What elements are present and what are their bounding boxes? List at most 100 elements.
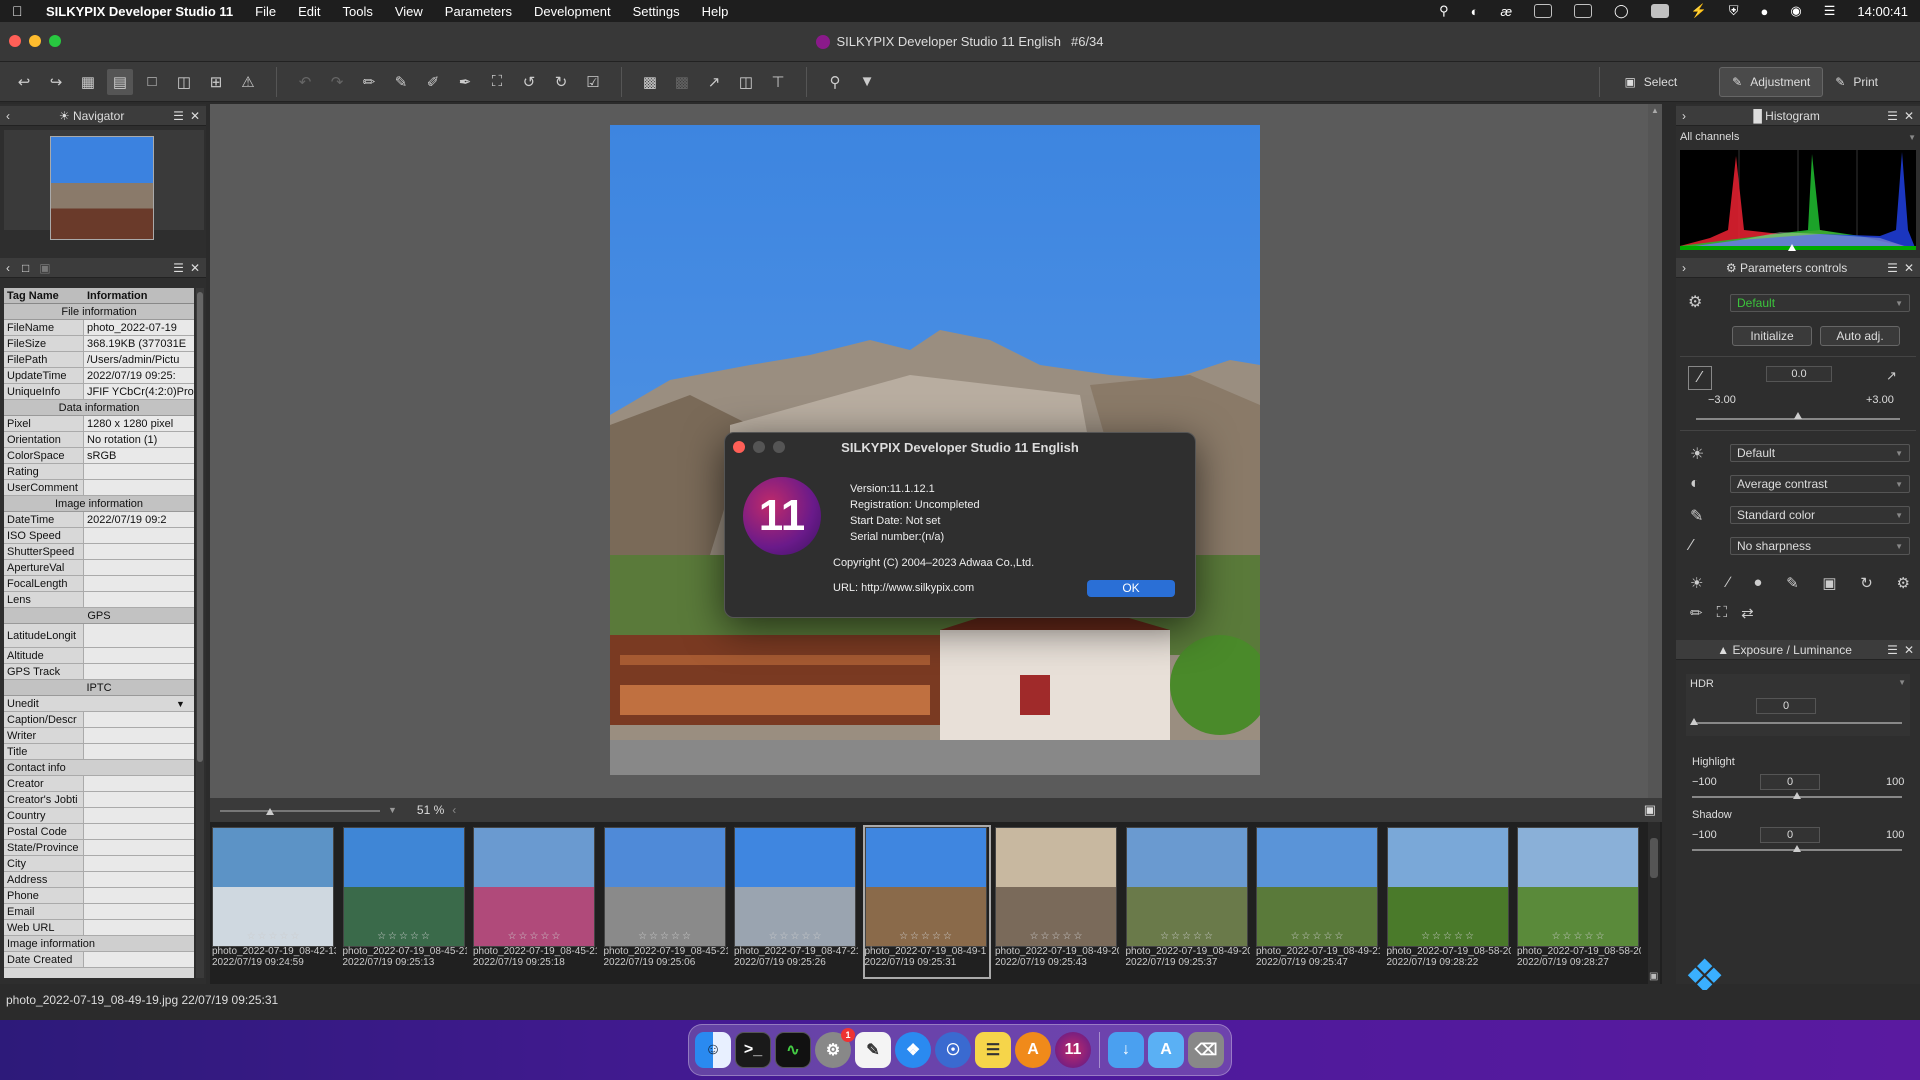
- film-icon[interactable]: ◫: [733, 69, 759, 95]
- filmstrip-thumbnail[interactable]: ☆☆☆☆☆ photo_2022-07-19_08-49-21 2022/07/19…: [1256, 827, 1380, 977]
- contrast-status-icon[interactable]: ◐: [1471, 4, 1479, 19]
- tag-row[interactable]: ColorSpace sRGB: [4, 448, 194, 464]
- sharpness-icon[interactable]: ∕: [1690, 537, 1693, 555]
- tag-row[interactable]: Creator's Jobti: [4, 792, 194, 808]
- menu-development[interactable]: Development: [534, 4, 611, 19]
- filmstrip-thumbnail[interactable]: ☆☆☆☆☆ photo_2022-07-19_08-45-21 2022/07/19…: [342, 827, 467, 977]
- prev-image-icon[interactable]: ↩: [11, 69, 37, 95]
- tag-row[interactable]: ShutterSpeed: [4, 544, 194, 560]
- check-icon[interactable]: ☑: [580, 69, 606, 95]
- tag-row[interactable]: Writer: [4, 728, 194, 744]
- iptc-mode-select[interactable]: Unedit ▼: [4, 696, 194, 712]
- filmstrip-thumbnail[interactable]: ☆☆☆☆☆ photo_2022-07-19_08-42-13 2022/07/19…: [212, 827, 336, 977]
- rating-stars-icon[interactable]: ☆☆☆☆☆: [1126, 931, 1250, 942]
- undo-icon[interactable]: ↶: [292, 69, 318, 95]
- navigator-thumbnail[interactable]: [50, 136, 154, 240]
- rating-stars-icon[interactable]: ☆☆☆☆☆: [734, 931, 858, 942]
- tag-row[interactable]: UniqueInfo JFIF YCbCr(4:2:0)Pro: [4, 384, 194, 400]
- tag-row[interactable]: FocalLength: [4, 576, 194, 592]
- tag-row[interactable]: Email: [4, 904, 194, 920]
- menu-parameters[interactable]: Parameters: [445, 4, 512, 19]
- tag-table-scrollbar[interactable]: [196, 288, 204, 978]
- tone-icon[interactable]: ◐: [1690, 475, 1700, 493]
- rating-stars-icon[interactable]: ☆☆☆☆☆: [995, 931, 1119, 942]
- grid-view-icon[interactable]: ▦: [75, 69, 101, 95]
- gear-icon[interactable]: ⚙: [1688, 292, 1702, 312]
- safari-icon[interactable]: ❖: [895, 1032, 931, 1068]
- filmstrip-thumbnail[interactable]: ☆☆☆☆☆ photo_2022-07-19_08-45-21 2022/07/19…: [603, 827, 728, 977]
- panel-menu-icon[interactable]: ☰: [1887, 643, 1898, 657]
- tag-row[interactable]: UpdateTime 2022/07/19 09:25:: [4, 368, 194, 384]
- eraser-icon[interactable]: ✒: [452, 69, 478, 95]
- hdr-select[interactable]: HDR ▼: [1686, 674, 1910, 694]
- exposure-icon[interactable]: ∕: [1688, 366, 1712, 390]
- menu-clock[interactable]: 14:00:41: [1857, 4, 1908, 19]
- wb-tool-icon[interactable]: ☀: [1690, 574, 1703, 592]
- rating-stars-icon[interactable]: ☆☆☆☆☆: [865, 931, 989, 942]
- cat-icon[interactable]: ●: [1761, 4, 1769, 19]
- tag-row[interactable]: UserComment: [4, 480, 194, 496]
- collapse-info-icon[interactable]: ‹: [6, 261, 10, 275]
- zoom-value[interactable]: 51 %: [417, 803, 444, 817]
- power-icon[interactable]: ⚡: [1691, 3, 1707, 19]
- sharpness-select[interactable]: No sharpness ▼: [1730, 537, 1910, 555]
- tag-row[interactable]: ISO Speed: [4, 528, 194, 544]
- tag-row[interactable]: Title: [4, 744, 194, 760]
- zoom-slider[interactable]: [220, 805, 380, 815]
- activity-monitor-icon[interactable]: ∿: [775, 1032, 811, 1068]
- brush-tool-icon[interactable]: ✎: [1786, 574, 1799, 592]
- filmstrip-view-icon[interactable]: ▤: [107, 68, 133, 95]
- mouse-icon[interactable]: ◯: [1614, 3, 1629, 19]
- curve-tool-icon[interactable]: ∕: [1727, 574, 1730, 592]
- tag-row[interactable]: GPS Track: [4, 664, 194, 680]
- settings-tool-icon[interactable]: ⚙: [1897, 574, 1910, 592]
- pen-tool-icon[interactable]: ✏: [1690, 604, 1703, 622]
- display-icon[interactable]: [1574, 4, 1593, 18]
- zoom-search-icon[interactable]: ⚲: [822, 69, 848, 95]
- rating-stars-icon[interactable]: ☆☆☆☆☆: [473, 931, 597, 942]
- filmstrip-thumbnail[interactable]: ☆☆☆☆☆ photo_2022-07-19_08-49-1 2022/07/19 …: [862, 825, 991, 979]
- rating-stars-icon[interactable]: ☆☆☆☆☆: [212, 931, 336, 942]
- initialize-button[interactable]: Initialize: [1732, 326, 1812, 346]
- warning-icon[interactable]: ⚠: [235, 69, 261, 95]
- keyboard-icon[interactable]: [1534, 4, 1553, 18]
- panel-close-icon[interactable]: ✕: [1904, 261, 1914, 275]
- tag-row[interactable]: Web URL: [4, 920, 194, 936]
- filmstrip-settings-icon[interactable]: ▣: [1649, 971, 1658, 982]
- wb-select[interactable]: Default ▼: [1730, 444, 1910, 462]
- ae-status-icon[interactable]: æ: [1500, 4, 1512, 19]
- white-balance-icon[interactable]: ☀: [1690, 444, 1704, 464]
- comment-tab-icon[interactable]: □: [22, 261, 29, 275]
- crop-tool-icon[interactable]: ⛶: [1717, 604, 1728, 622]
- filmstrip-thumbnail[interactable]: ☆☆☆☆☆ photo_2022-07-19_08-49-20 2022/07/19…: [1125, 827, 1250, 977]
- panel-menu-icon[interactable]: ☰: [1887, 109, 1898, 123]
- tag-row[interactable]: Altitude: [4, 648, 194, 664]
- color-icon[interactable]: ✎: [1690, 506, 1703, 526]
- rating-stars-icon[interactable]: ☆☆☆☆☆: [1387, 931, 1511, 942]
- terminal-icon[interactable]: >_: [735, 1032, 771, 1068]
- trash-icon[interactable]: ⌫: [1188, 1032, 1224, 1068]
- downloads-folder-icon[interactable]: ↓: [1108, 1032, 1144, 1068]
- frame-tool-icon[interactable]: ▣: [1822, 574, 1836, 592]
- tag-row[interactable]: Rating: [4, 464, 194, 480]
- finder-icon[interactable]: ☺: [695, 1032, 731, 1068]
- notes-icon[interactable]: ☰: [975, 1032, 1011, 1068]
- tag-row[interactable]: FileSize 368.19KB (377031E: [4, 336, 194, 352]
- panel-close-icon[interactable]: ✕: [1904, 109, 1914, 123]
- ruler-icon[interactable]: ⊤: [765, 69, 791, 95]
- silkypix-dock-icon[interactable]: 11: [1055, 1032, 1091, 1068]
- panel-menu-icon[interactable]: ☰: [173, 261, 184, 275]
- panel-menu-icon[interactable]: ☰: [173, 109, 184, 123]
- tag-row[interactable]: ApertureVal: [4, 560, 194, 576]
- batch-icon[interactable]: ▩: [669, 69, 695, 95]
- menu-tools[interactable]: Tools: [342, 4, 372, 19]
- tag-row[interactable]: Address: [4, 872, 194, 888]
- shadow-slider-knob[interactable]: [1793, 845, 1801, 852]
- pen-icon[interactable]: ✐: [420, 69, 446, 95]
- filmstrip-thumbnail[interactable]: ☆☆☆☆☆ photo_2022-07-19_08-58-20 2022/07/19…: [1517, 827, 1641, 977]
- hdr-slider[interactable]: [1692, 722, 1902, 724]
- highlight-slider-knob[interactable]: [1793, 792, 1801, 799]
- adjustment-mode-button[interactable]: ✎ Adjustment: [1719, 66, 1824, 97]
- hdr-slider-knob[interactable]: [1690, 718, 1698, 725]
- input-source-icon[interactable]: [1650, 4, 1669, 18]
